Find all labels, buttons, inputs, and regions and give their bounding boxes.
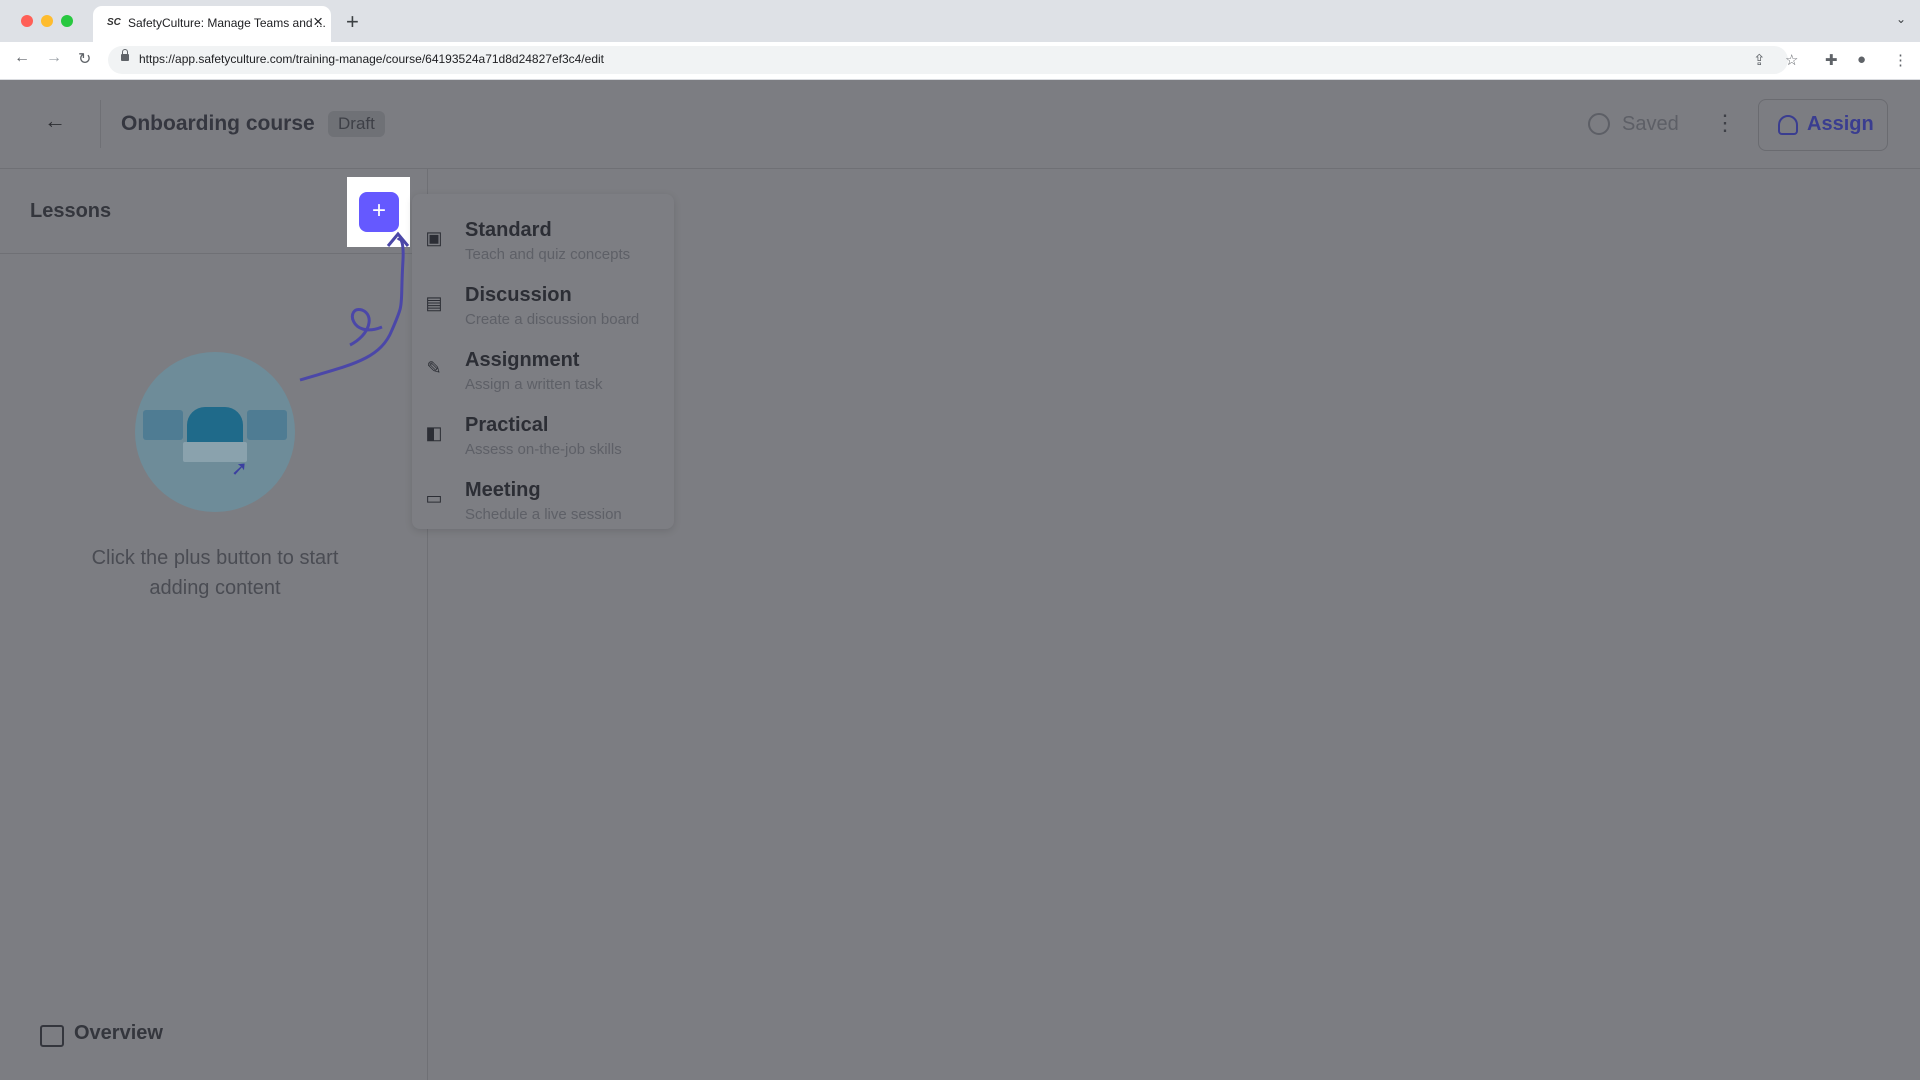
browser-toolbar: ← → ↻ https://app.safetyculture.com/trai… bbox=[0, 42, 1920, 80]
assign-button[interactable]: Assign bbox=[1758, 99, 1888, 151]
browser-tab-strip: SC SafetyCulture: Manage Teams and ... ×… bbox=[0, 0, 1920, 42]
chevron-down-icon[interactable]: ⌄ bbox=[1896, 12, 1906, 26]
menu-item-discussion[interactable]: ▤ Discussion Create a discussion board bbox=[412, 271, 674, 331]
close-window-button[interactable] bbox=[21, 15, 33, 27]
pencil-icon: ✎ bbox=[426, 358, 442, 378]
empty-state-message: Click the plus button to start adding co… bbox=[91, 547, 339, 599]
menu-item-label: Practical bbox=[465, 414, 549, 436]
minimize-window-button[interactable] bbox=[41, 15, 53, 27]
lessons-panel: Lessons ➚ Click the plus button to start… bbox=[0, 169, 428, 1080]
illustration-person bbox=[187, 407, 243, 447]
favicon-icon: SC bbox=[107, 17, 121, 28]
menu-item-description: Create a discussion board bbox=[465, 311, 640, 328]
illustration-card-left bbox=[143, 410, 183, 440]
lessons-divider bbox=[0, 253, 427, 254]
menu-item-label: Assignment bbox=[465, 349, 580, 371]
menu-item-label: Standard bbox=[465, 219, 552, 241]
assign-label: Assign bbox=[1807, 113, 1874, 135]
save-status: Saved bbox=[1622, 113, 1679, 135]
course-title: Onboarding course bbox=[121, 112, 315, 135]
tab-title: SafetyCulture: Manage Teams and ... bbox=[128, 16, 326, 30]
menu-item-assignment[interactable]: ✎ Assignment Assign a written task bbox=[412, 336, 674, 396]
back-icon[interactable]: ← bbox=[14, 49, 30, 67]
standard-icon: ▣ bbox=[425, 228, 443, 248]
lessons-title: Lessons bbox=[30, 200, 112, 222]
book-icon bbox=[40, 1025, 64, 1047]
add-lesson-button[interactable]: + bbox=[359, 192, 399, 232]
menu-item-standard[interactable]: ▣ Standard Teach and quiz concepts bbox=[412, 206, 674, 266]
overview-label: Overview bbox=[74, 1022, 163, 1044]
add-lesson-menu: ▣ Standard Teach and quiz concepts ▤ Dis… bbox=[412, 194, 674, 529]
menu-item-description: Teach and quiz concepts bbox=[465, 246, 631, 263]
profile-icon[interactable]: ● bbox=[1857, 51, 1866, 68]
address-bar[interactable]: https://app.safetyculture.com/training-m… bbox=[108, 46, 1788, 74]
menu-item-meeting[interactable]: ▭ Meeting Schedule a live session bbox=[412, 466, 674, 526]
empty-state-illustration: ➚ bbox=[135, 352, 295, 512]
maximize-window-button[interactable] bbox=[61, 15, 73, 27]
kebab-icon[interactable]: ⋮ bbox=[1893, 51, 1908, 69]
url-text: https://app.safetyculture.com/training-m… bbox=[139, 52, 604, 66]
header-divider bbox=[100, 100, 101, 148]
course-header: ← Onboarding course Draft Saved ⋮ Assign bbox=[0, 80, 1920, 169]
user-icon bbox=[1778, 115, 1798, 135]
add-lesson-highlight: + bbox=[347, 177, 410, 247]
puzzle-icon[interactable]: ✚ bbox=[1825, 51, 1838, 69]
lock-icon bbox=[121, 49, 129, 61]
menu-item-practical[interactable]: ◧ Practical Assess on-the-job skills bbox=[412, 401, 674, 461]
share-icon[interactable]: ⇪ bbox=[1753, 51, 1766, 69]
illustration-card-right bbox=[247, 410, 287, 440]
forward-icon[interactable]: → bbox=[46, 49, 62, 67]
close-tab-icon[interactable]: × bbox=[313, 12, 323, 32]
status-badge: Draft bbox=[328, 111, 385, 137]
practical-icon: ◧ bbox=[425, 423, 443, 443]
menu-item-label: Discussion bbox=[465, 284, 572, 306]
check-circle-icon bbox=[1588, 113, 1610, 135]
back-arrow-icon[interactable]: ← bbox=[44, 108, 66, 134]
star-icon[interactable]: ☆ bbox=[1785, 51, 1798, 69]
reload-icon[interactable]: ↻ bbox=[78, 49, 91, 69]
menu-item-description: Assess on-the-job skills bbox=[465, 441, 622, 458]
calendar-icon: ▭ bbox=[425, 488, 443, 508]
discussion-icon: ▤ bbox=[425, 293, 443, 313]
cursor-icon: ➚ bbox=[231, 458, 248, 480]
menu-item-description: Assign a written task bbox=[465, 376, 603, 393]
browser-tab[interactable]: SC SafetyCulture: Manage Teams and ... × bbox=[93, 6, 331, 42]
menu-item-description: Schedule a live session bbox=[465, 506, 622, 523]
more-options-icon[interactable]: ⋮ bbox=[1714, 110, 1736, 136]
menu-item-label: Meeting bbox=[465, 479, 541, 501]
new-tab-icon[interactable]: + bbox=[346, 9, 359, 35]
